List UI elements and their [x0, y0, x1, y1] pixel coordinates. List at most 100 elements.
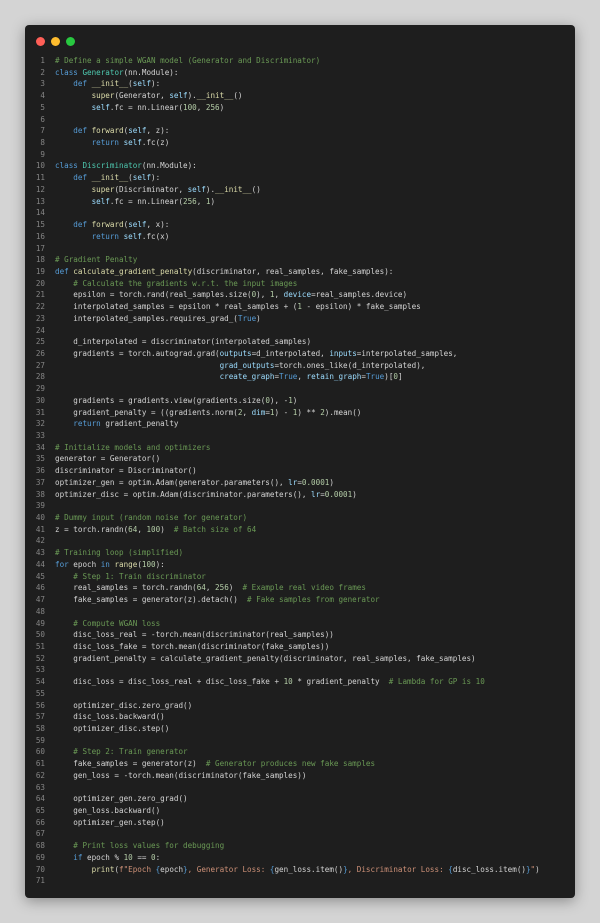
minimize-icon[interactable]: [51, 37, 60, 46]
code-token: 64: [196, 583, 206, 593]
code-line: 31 gradient_penalty = ((gradients.norm(2…: [25, 407, 575, 419]
code-line: 55: [25, 688, 575, 700]
code-token: (nn.Module):: [141, 161, 197, 171]
code-line: 8 return self.fc(z): [25, 137, 575, 149]
code-token: ) -: [274, 407, 293, 417]
line-number: 32: [35, 419, 45, 429]
code-token: , x):: [146, 220, 170, 230]
line-number: 59: [35, 735, 45, 745]
line-number: 38: [35, 489, 45, 499]
code-token: ==: [132, 852, 152, 862]
code-text: fake_samples = generator(z).detach() # F…: [55, 594, 379, 606]
window-titlebar: [25, 25, 575, 55]
code-line: 10 class Discriminator(nn.Module):: [25, 160, 575, 172]
line-number: 11: [35, 173, 45, 183]
line-number: 24: [35, 325, 45, 335]
line-number: 48: [35, 606, 45, 616]
line-number: 49: [35, 618, 45, 628]
line-number: 19: [35, 266, 45, 276]
code-line: 37 optimizer_gen = optim.Adam(generator.p…: [25, 477, 575, 489]
code-text: return self.fc(x): [55, 231, 170, 243]
code-editor[interactable]: 1 # Define a simple WGAN model (Generator…: [25, 55, 575, 887]
code-token: in: [100, 559, 115, 569]
code-token: self: [169, 91, 188, 101]
code-token: # Batch size of 64: [173, 524, 257, 534]
code-line: 70 print(f"Epoch {epoch}, Generator Loss…: [25, 864, 575, 876]
code-token: generator = Generator(): [55, 454, 161, 464]
code-token: fake_samples = generator(z): [55, 759, 206, 769]
line-number: 51: [35, 641, 45, 651]
maximize-icon[interactable]: [66, 37, 75, 46]
code-text: epsilon = torch.rand(real_samples.size(0…: [55, 289, 407, 301]
code-token: # Print loss values for debugging: [73, 841, 225, 851]
code-token: # Gradient Penalty: [55, 255, 138, 265]
code-token: __init__: [91, 173, 129, 183]
code-token: 0.0001: [324, 489, 353, 499]
code-text: # Step 2: Train generator: [55, 746, 187, 758]
code-token: device: [283, 290, 312, 300]
line-number: 25: [35, 337, 45, 347]
line-number: 31: [35, 407, 45, 417]
code-token: =torch.ones_like(d_interpolated),: [274, 360, 426, 370]
code-text: # Step 1: Train discriminator: [55, 571, 206, 583]
code-line: 44 for epoch in range(100):: [25, 559, 575, 571]
code-token: gen_loss.item(): [274, 864, 344, 874]
code-line: 19 def calculate_gradient_penalty(discrim…: [25, 266, 575, 278]
code-line: 34 # Initialize models and optimizers: [25, 442, 575, 454]
code-text: self.fc = nn.Linear(100, 256): [55, 102, 225, 114]
code-token: # Generator produces new fake samples: [205, 759, 376, 769]
line-number: 21: [35, 290, 45, 300]
line-number: 50: [35, 630, 45, 640]
code-token: (Generator,: [114, 91, 170, 101]
code-line: 39: [25, 500, 575, 512]
code-token: 256: [215, 583, 229, 593]
code-token: def: [55, 266, 74, 276]
code-line: 46 real_samples = torch.randn(64, 256) #…: [25, 582, 575, 594]
line-number: 5: [40, 102, 45, 112]
code-text: optimizer_gen.step(): [55, 817, 164, 829]
code-token: epsilon = torch.rand(real_samples.size(: [55, 290, 252, 300]
code-line: 14: [25, 207, 575, 219]
code-token: discriminator = Discriminator(): [55, 466, 197, 476]
line-number: 71: [35, 876, 45, 886]
code-token: self: [123, 138, 142, 148]
code-line: 41 z = torch.randn(64, 100) # Batch size …: [25, 524, 575, 536]
code-text: def forward(self, x):: [55, 219, 169, 231]
code-token: # Compute WGAN loss: [73, 618, 161, 628]
code-text: # Compute WGAN loss: [55, 618, 160, 630]
code-text: optimizer_gen = optim.Adam(generator.par…: [55, 477, 334, 489]
code-token: Discriminator: [82, 161, 142, 171]
code-text: z = torch.randn(64, 100) # Batch size of…: [55, 524, 256, 536]
code-token: # Dummy input (random noise for generato…: [55, 513, 248, 523]
line-number: 45: [35, 571, 45, 581]
code-line: 18 # Gradient Penalty: [25, 254, 575, 266]
line-number: 54: [35, 677, 45, 687]
code-line: 51 disc_loss_fake = torch.mean(discrimin…: [25, 641, 575, 653]
line-number: 66: [35, 817, 45, 827]
code-token: grad_outputs: [219, 360, 275, 370]
code-token: ): [160, 524, 174, 534]
line-number: 55: [35, 688, 45, 698]
code-token: gen_loss = -torch.mean(discriminator(fak…: [55, 770, 307, 780]
code-token: if: [73, 852, 88, 862]
code-token: =real_samples.device): [311, 290, 408, 300]
code-token: interpolated_samples = epsilon * real_sa…: [55, 302, 298, 312]
code-text: grad_outputs=torch.ones_like(d_interpola…: [55, 360, 426, 372]
close-icon[interactable]: [36, 37, 45, 46]
line-number: 13: [35, 196, 45, 206]
code-text: # Training loop (simplified): [55, 547, 183, 559]
code-token: ), -: [269, 395, 289, 405]
code-token: 100: [141, 559, 156, 569]
code-text: interpolated_samples.requires_grad_(True…: [55, 313, 260, 325]
code-token: # Initialize models and optimizers: [55, 442, 211, 452]
code-text: generator = Generator(): [55, 453, 160, 465]
code-line: 47 fake_samples = generator(z).detach() …: [25, 594, 575, 606]
code-token: disc_loss_real = -torch.mean(discriminat…: [55, 630, 334, 640]
code-text: # Calculate the gradients w.r.t. the inp…: [55, 278, 297, 290]
line-number: 18: [35, 255, 45, 265]
